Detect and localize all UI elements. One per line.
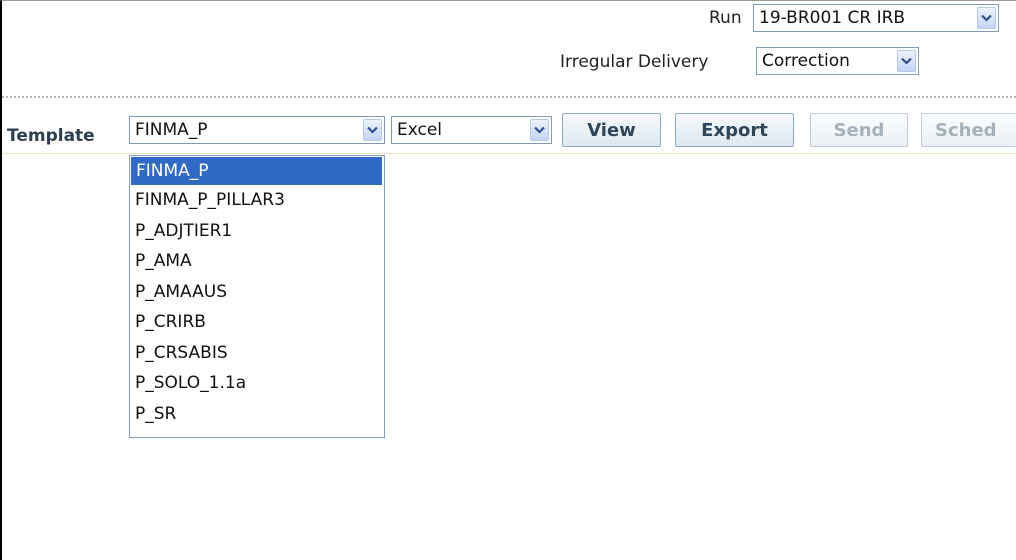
irregular-delivery-label: Irregular Delivery [560, 52, 709, 72]
chevron-down-icon[interactable] [977, 7, 996, 29]
irregular-delivery-value: Correction [762, 51, 850, 71]
run-select-value: 19-BR001 CR IRB [759, 8, 906, 28]
export-button[interactable]: Export [675, 113, 794, 147]
template-option[interactable]: P_SR [130, 399, 384, 430]
template-option[interactable]: FINMA_P [131, 157, 382, 185]
schedule-button[interactable]: Sched [921, 113, 1016, 147]
toolbar-underline [2, 153, 1016, 154]
chevron-down-icon[interactable] [530, 119, 549, 141]
view-button[interactable]: View [562, 113, 661, 147]
send-button[interactable]: Send [810, 113, 908, 147]
template-option[interactable]: P_ADJTIER1 [130, 216, 384, 247]
template-select[interactable]: FINMA_P [129, 116, 385, 144]
section-divider [2, 96, 1016, 98]
template-select-value: FINMA_P [135, 120, 208, 140]
template-option[interactable]: P_AMA [130, 246, 384, 277]
chevron-down-icon[interactable] [897, 50, 916, 72]
run-select[interactable]: 19-BR001 CR IRB [753, 4, 999, 32]
template-option[interactable]: P_CRSABIS [130, 338, 384, 369]
template-label: Template [7, 126, 95, 146]
template-option[interactable]: P_SOLO_1.1a [130, 368, 384, 399]
template-option[interactable]: FINMA_P_PILLAR3 [130, 185, 384, 216]
template-option[interactable]: P_AMAAUS [130, 277, 384, 308]
format-select[interactable]: Excel [391, 116, 552, 144]
irregular-delivery-select[interactable]: Correction [756, 47, 919, 75]
template-dropdown-list[interactable]: FINMA_P FINMA_P_PILLAR3 P_ADJTIER1 P_AMA… [129, 155, 385, 438]
run-label: Run [709, 8, 742, 28]
template-option[interactable]: P_CRIRB [130, 307, 384, 338]
chevron-down-icon[interactable] [363, 119, 382, 141]
format-select-value: Excel [397, 120, 443, 140]
